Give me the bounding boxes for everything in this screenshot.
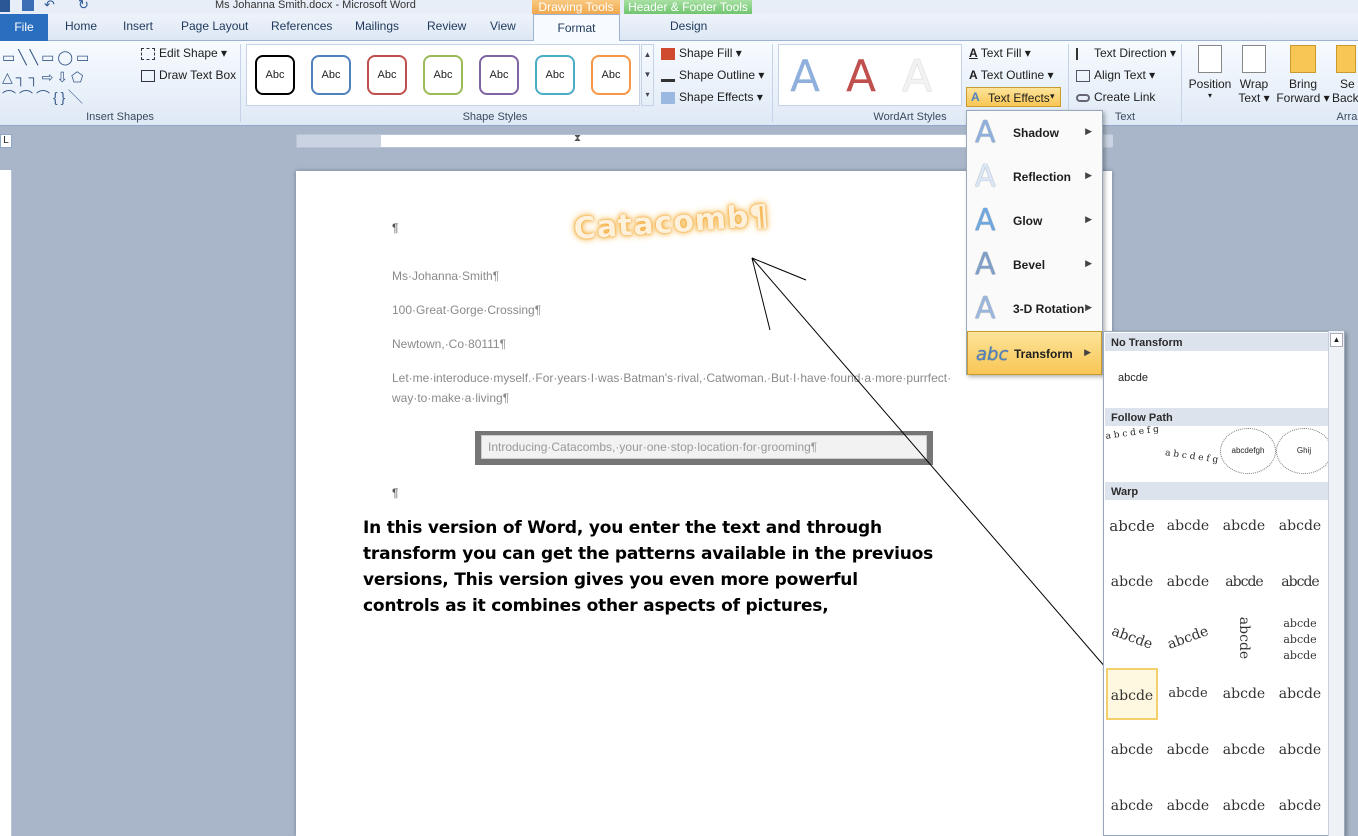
menu-item-shadow[interactable]: A Shadow ▶ bbox=[967, 111, 1102, 155]
warp-option[interactable]: abcde bbox=[1274, 780, 1326, 832]
warp-option[interactable]: abcde bbox=[1218, 668, 1270, 720]
warp-option[interactable]: abcde bbox=[1218, 612, 1270, 664]
3d-rotation-icon: A bbox=[975, 291, 996, 326]
warp-option[interactable]: abcde bbox=[1106, 556, 1158, 608]
warp-option[interactable]: abcde bbox=[1218, 556, 1270, 608]
warp-option[interactable]: abcde bbox=[1162, 668, 1214, 720]
text-effects-menu: A Shadow ▶ A Reflection ▶ A Glow ▶ A Bevel ▶ A 3-… bbox=[966, 110, 1103, 375]
follow-path-header: Follow Path bbox=[1105, 408, 1329, 426]
warp-option[interactable]: abcde bbox=[1106, 500, 1158, 552]
transform-icon: abc bbox=[976, 344, 1009, 365]
warp-option[interactable]: abcde bbox=[1106, 724, 1158, 776]
warp-option[interactable]: abcde bbox=[1218, 724, 1270, 776]
scroll-up-icon[interactable]: ▲ bbox=[1330, 333, 1343, 347]
glow-icon: A bbox=[975, 203, 996, 238]
warp-option[interactable]: abcde bbox=[1218, 780, 1270, 832]
no-transform-option[interactable]: abcde bbox=[1118, 372, 1148, 384]
warp-option[interactable]: abcde bbox=[1162, 500, 1214, 552]
reflection-icon: A bbox=[975, 159, 996, 194]
bevel-icon: A bbox=[975, 247, 996, 282]
warp-option[interactable]: abcde bbox=[1155, 605, 1222, 672]
follow-path-arch-up[interactable]: a b c d e f g bbox=[1105, 424, 1165, 477]
warp-header: Warp bbox=[1105, 482, 1329, 500]
warp-option[interactable]: abcde bbox=[1274, 724, 1326, 776]
transform-gallery: No Transform abcde Follow Path a b c d e… bbox=[1103, 331, 1345, 836]
shadow-icon: A bbox=[975, 115, 996, 150]
warp-option[interactable]: abcde bbox=[1274, 500, 1326, 552]
follow-path-circle[interactable]: abcdefgh bbox=[1220, 428, 1276, 474]
menu-item-reflection[interactable]: A Reflection ▶ bbox=[967, 155, 1102, 199]
menu-item-transform[interactable]: abc Transform ▶ bbox=[967, 331, 1102, 375]
menu-item-glow[interactable]: A Glow ▶ bbox=[967, 199, 1102, 243]
warp-option[interactable]: abcde bbox=[1106, 780, 1158, 832]
warp-option[interactable]: abcde bbox=[1162, 780, 1214, 832]
warp-option-selected[interactable]: abcde bbox=[1106, 668, 1158, 720]
no-transform-header: No Transform bbox=[1105, 333, 1329, 351]
warp-option[interactable]: abcde bbox=[1099, 605, 1166, 672]
warp-option[interactable]: abcde bbox=[1274, 556, 1326, 608]
warp-option[interactable]: abcde bbox=[1218, 500, 1270, 552]
follow-path-button[interactable]: Ghij bbox=[1276, 428, 1332, 474]
menu-item-3d-rotation[interactable]: A 3-D Rotation ▶ bbox=[967, 287, 1102, 331]
warp-option[interactable]: abcde bbox=[1162, 724, 1214, 776]
warp-option[interactable]: abcde bbox=[1162, 556, 1214, 608]
follow-path-arch-down[interactable]: a b c d e f g bbox=[1163, 448, 1222, 478]
transform-gallery-scrollbar[interactable]: ▲ bbox=[1328, 331, 1344, 836]
warp-option[interactable]: abcde bbox=[1274, 668, 1326, 720]
warp-option[interactable]: abcde abcde abcde bbox=[1274, 612, 1326, 664]
menu-item-bevel[interactable]: A Bevel ▶ bbox=[967, 243, 1102, 287]
